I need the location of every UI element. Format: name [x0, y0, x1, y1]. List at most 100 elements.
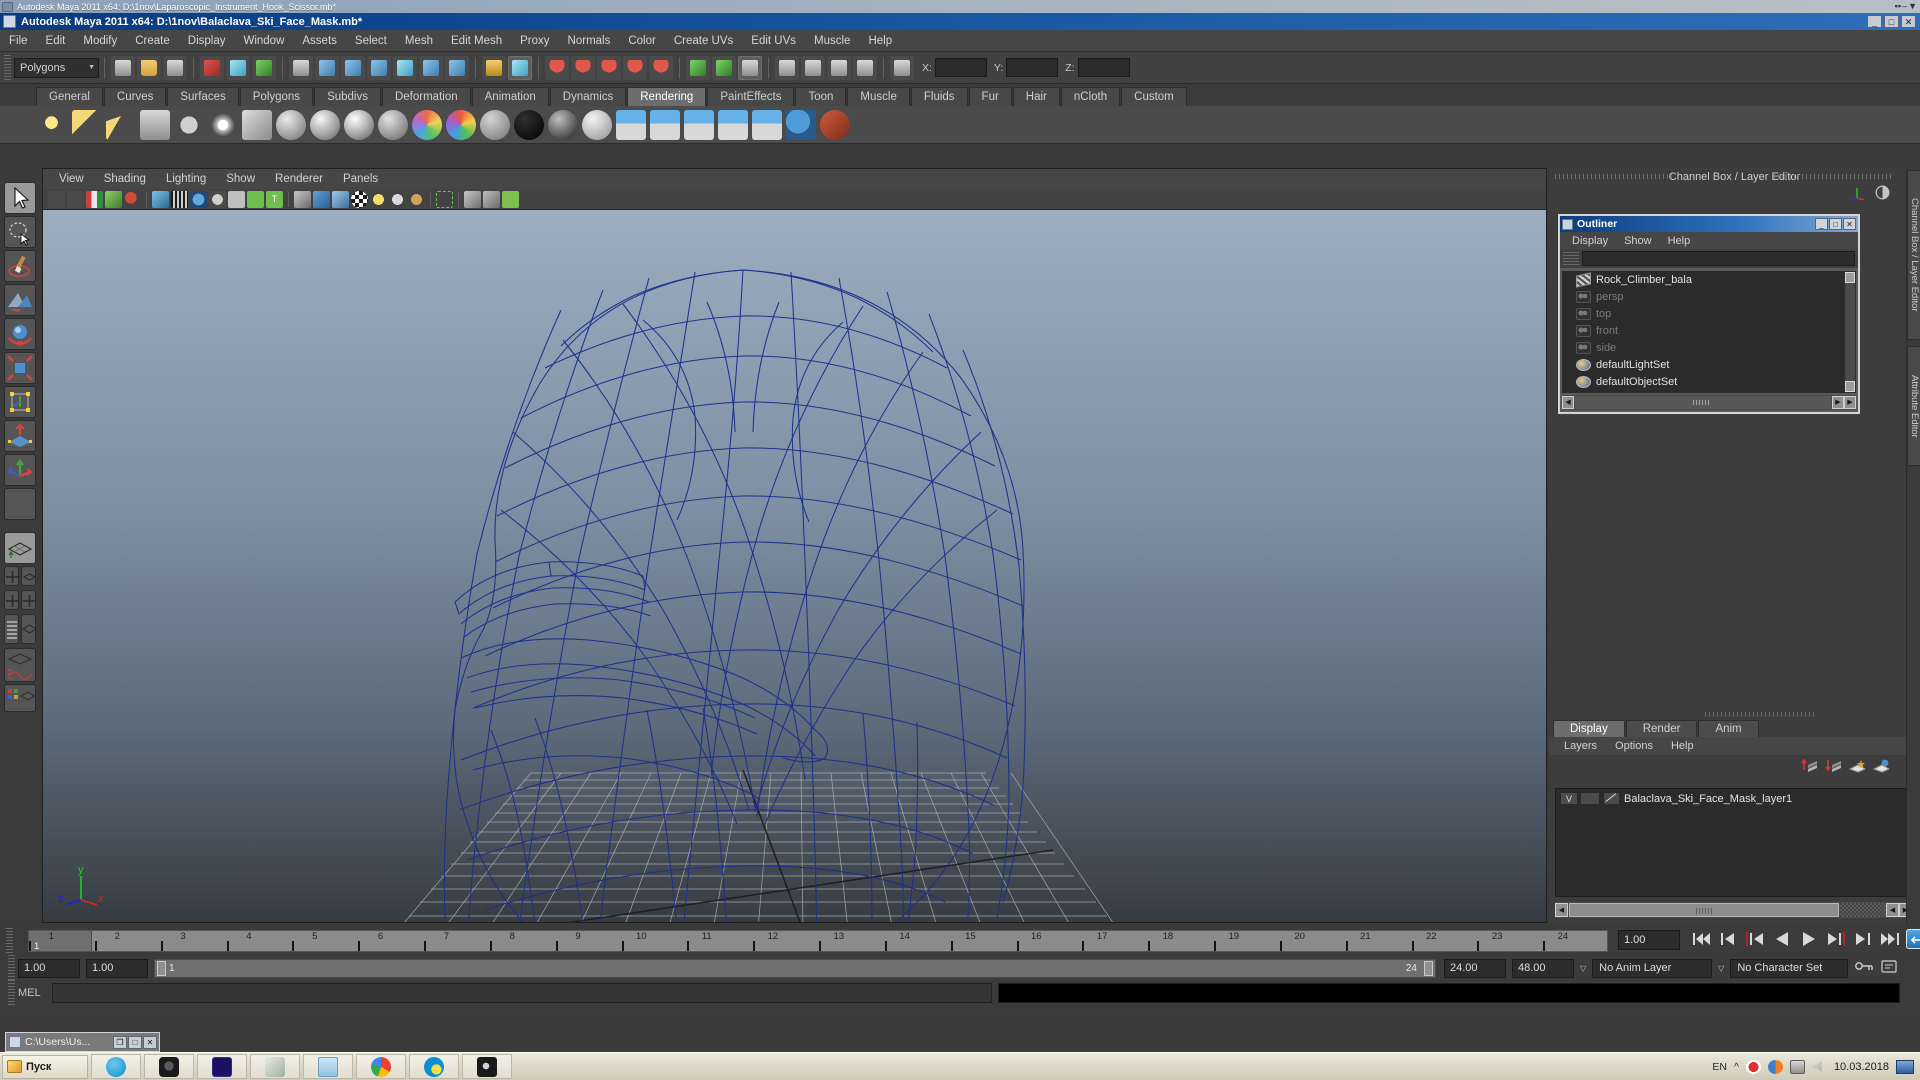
- system-tray[interactable]: EN ^ 10.03.2018: [1712, 1059, 1920, 1074]
- safe-title-icon[interactable]: T: [266, 190, 283, 208]
- move-layer-down-icon[interactable]: [1825, 759, 1842, 774]
- outliner-close-button[interactable]: ✕: [1843, 218, 1856, 230]
- gate-mask-icon[interactable]: [209, 190, 226, 208]
- viewport-menu-view[interactable]: View: [49, 171, 94, 187]
- shelf-checker-texture-icon[interactable]: [650, 109, 680, 140]
- two-d-pan-zoom-icon[interactable]: [124, 190, 141, 208]
- render-lock-icon[interactable]: [482, 55, 506, 80]
- drag-dots-left[interactable]: [1555, 174, 1675, 179]
- film-gate-icon[interactable]: [171, 190, 188, 208]
- layer-editor[interactable]: Display Render Anim Layers Options Help V Bal…: [1549, 710, 1920, 923]
- viewport-panel[interactable]: View Shading Lighting Show Renderer Panels T: [42, 168, 1547, 923]
- snap-view-plane-button[interactable]: [393, 55, 417, 80]
- camera-attributes-icon[interactable]: [67, 190, 84, 208]
- step-back-key-button[interactable]: [1717, 929, 1739, 949]
- grid-toggle-icon[interactable]: [152, 190, 169, 208]
- taskbar-item-skype2[interactable]: [409, 1054, 459, 1079]
- layer-color-swatch[interactable]: [1603, 792, 1620, 805]
- anim-layer-dropdown[interactable]: No Anim Layer: [1592, 958, 1713, 978]
- shelf-tab-curves[interactable]: Curves: [103, 87, 167, 106]
- menu-normals[interactable]: Normals: [559, 33, 620, 49]
- safe-action-icon[interactable]: [247, 190, 264, 208]
- command-output-field[interactable]: [998, 983, 1900, 1003]
- menu-help[interactable]: Help: [859, 33, 901, 49]
- menu-modify[interactable]: Modify: [74, 33, 126, 49]
- smooth-shade-all-icon[interactable]: [313, 190, 330, 208]
- magnet-snap-c-icon[interactable]: [597, 55, 621, 80]
- playback-start-field[interactable]: 1.00: [86, 958, 148, 978]
- outliner-item[interactable]: Rock_Climber_bala: [1562, 271, 1856, 288]
- tray-expand-caret-icon[interactable]: ^: [1734, 1061, 1739, 1073]
- scroll-up-arrow[interactable]: [1845, 272, 1855, 283]
- menu-window[interactable]: Window: [234, 33, 293, 49]
- anim-start-field[interactable]: 1.00: [18, 958, 80, 978]
- menu-proxy[interactable]: Proxy: [511, 33, 558, 49]
- layer-editor-drag-dots[interactable]: [1549, 710, 1920, 718]
- range-slider[interactable]: 1 24: [154, 958, 1436, 978]
- shelf-render-globals-icon[interactable]: [786, 109, 816, 140]
- animation-preferences-icon[interactable]: [1880, 958, 1898, 979]
- scroll-page-right[interactable]: ▶: [1844, 396, 1856, 409]
- layer-tab-anim[interactable]: Anim: [1698, 720, 1759, 737]
- command-grip[interactable]: [8, 980, 15, 1006]
- resolution-gate-icon[interactable]: [190, 190, 207, 208]
- current-time-field[interactable]: 1.00: [1618, 930, 1680, 950]
- go-to-start-button[interactable]: [1690, 929, 1712, 949]
- last-tool-used[interactable]: [4, 488, 36, 520]
- ipr-render-button[interactable]: [801, 55, 825, 80]
- network-icon[interactable]: [1789, 1059, 1805, 1074]
- outliner-horizontal-scrollbar[interactable]: ◀ ▶ ▶: [1562, 395, 1856, 410]
- outer-close-icon[interactable]: ▼: [1908, 2, 1917, 11]
- layer-list-hscrollbar[interactable]: ◀ ◀ ▶: [1555, 902, 1912, 918]
- layer-scroll-left-arrow[interactable]: ◀: [1555, 903, 1568, 917]
- render-view-button[interactable]: [775, 55, 799, 80]
- hardware-texturing-icon[interactable]: [351, 190, 368, 208]
- firefox-icon[interactable]: [1767, 1059, 1783, 1074]
- shelf-ambient-light-icon[interactable]: [208, 109, 238, 140]
- magnet-snap-a-icon[interactable]: [545, 55, 569, 80]
- maximize-button[interactable]: □: [1884, 15, 1899, 28]
- shelf-tab-subdivs[interactable]: Subdivs: [314, 87, 381, 106]
- drag-dots-right[interactable]: [1774, 174, 1894, 179]
- explorer-maximize-button[interactable]: □: [128, 1035, 142, 1049]
- shelf-area-light-icon[interactable]: [140, 109, 170, 140]
- toolbox[interactable]: [0, 180, 40, 920]
- viewport-toolbar[interactable]: T: [43, 189, 1546, 210]
- playback-end-field[interactable]: 24.00: [1444, 958, 1506, 978]
- menu-edit-mesh[interactable]: Edit Mesh: [442, 33, 511, 49]
- range-end-handle[interactable]: [1424, 960, 1433, 976]
- taskbar-item-folder[interactable]: [303, 1054, 353, 1079]
- close-button[interactable]: ✕: [1901, 15, 1916, 28]
- viewport-menu-renderer[interactable]: Renderer: [265, 171, 333, 187]
- layer-hscroll-thumb[interactable]: [1569, 903, 1839, 917]
- viewport-3d-canvas[interactable]: y z x: [43, 210, 1546, 922]
- outer-restore-icon[interactable]: ▪▪: [1895, 2, 1901, 11]
- menu-assets[interactable]: Assets: [293, 33, 346, 49]
- outliner-window-controls[interactable]: _ □ ✕: [1815, 218, 1856, 230]
- viewport-menu-show[interactable]: Show: [216, 171, 265, 187]
- auto-key-icon[interactable]: [1854, 958, 1874, 979]
- attribute-editor-toggle[interactable]: [738, 55, 762, 80]
- paint-selection-tool[interactable]: [4, 250, 36, 282]
- snap-point-button[interactable]: [367, 55, 391, 80]
- hypershade-persp-layout-button[interactable]: [21, 614, 37, 644]
- outliner-titlebar[interactable]: Outliner _ □ ✕: [1560, 216, 1858, 232]
- range-tail-controls[interactable]: 24.00 48.00 ▽ No Anim Layer ▽ No Charact…: [1444, 958, 1898, 979]
- menu-create[interactable]: Create: [126, 33, 179, 49]
- magnet-snap-d-icon[interactable]: [623, 55, 647, 80]
- outliner-persp-layout-button[interactable]: [4, 614, 19, 644]
- mel-command-input[interactable]: [52, 983, 992, 1003]
- anim-layer-chevron-icon[interactable]: ▽: [1718, 964, 1724, 973]
- vtab-attribute-editor[interactable]: Attribute Editor: [1907, 346, 1920, 466]
- show-manipulator-tool[interactable]: [4, 454, 36, 486]
- scale-tool[interactable]: [4, 352, 36, 384]
- shelf-tab-muscle[interactable]: Muscle: [847, 87, 910, 106]
- shelf-tab-painteffects[interactable]: PaintEffects: [707, 87, 795, 106]
- shelf-env-texture-icon[interactable]: [752, 109, 782, 140]
- layer-row[interactable]: V Balaclava_Ski_Face_Mask_layer1: [1556, 789, 1911, 806]
- menu-edit-uvs[interactable]: Edit UVs: [742, 33, 805, 49]
- two-pane-layout-button[interactable]: [4, 590, 19, 610]
- shelf-tab-fluids[interactable]: Fluids: [910, 87, 968, 106]
- outliner-filter-icon[interactable]: [1563, 251, 1579, 266]
- snap-grid-button[interactable]: [315, 55, 339, 80]
